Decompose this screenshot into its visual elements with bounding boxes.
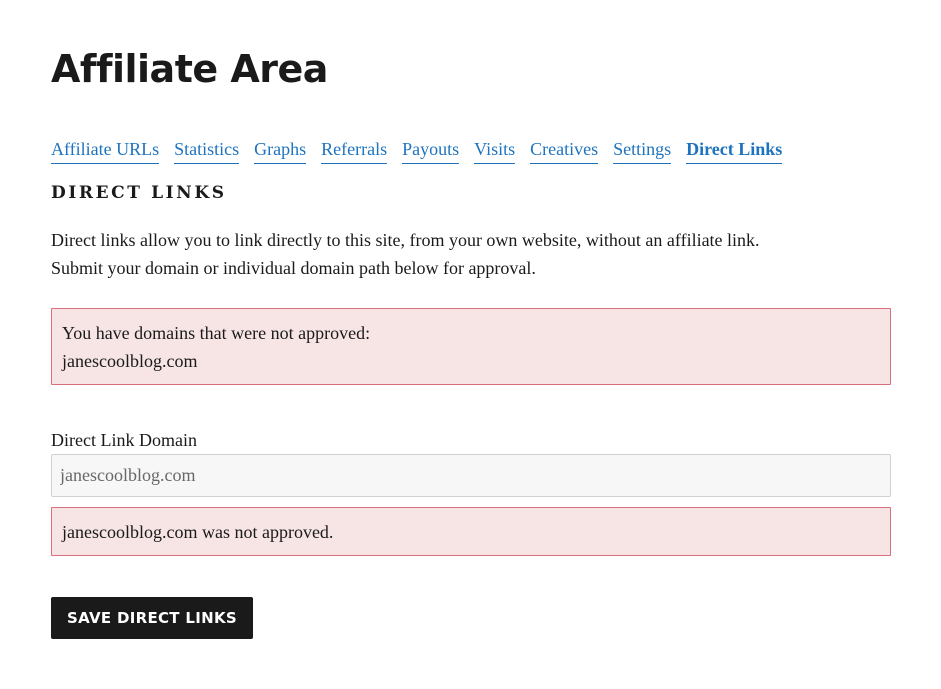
- affiliate-tabs: Affiliate URLs Statistics Graphs Referra…: [51, 138, 783, 164]
- tab-referrals[interactable]: Referrals: [321, 138, 388, 164]
- direct-link-domain-input[interactable]: [51, 454, 891, 497]
- intro-line-1: Direct links allow you to link directly …: [51, 230, 760, 250]
- notice-domain: janescoolblog.com: [62, 351, 198, 371]
- domain-error-notice: janescoolblog.com was not approved.: [51, 507, 891, 556]
- tab-creatives[interactable]: Creatives: [530, 138, 599, 164]
- domain-error-message: janescoolblog.com was not approved.: [62, 522, 334, 542]
- tab-settings[interactable]: Settings: [613, 138, 672, 164]
- tab-visits[interactable]: Visits: [474, 138, 516, 164]
- tab-affiliate-urls[interactable]: Affiliate URLs: [51, 138, 160, 164]
- page-title: Affiliate Area: [51, 47, 328, 91]
- tab-graphs[interactable]: Graphs: [254, 138, 307, 164]
- intro-line-2: Submit your domain or individual domain …: [51, 258, 536, 278]
- tab-direct-links[interactable]: Direct Links: [686, 138, 783, 164]
- tab-statistics[interactable]: Statistics: [174, 138, 240, 164]
- save-direct-links-button[interactable]: SAVE DIRECT LINKS: [51, 597, 253, 639]
- section-title: DIRECT LINKS: [51, 183, 227, 203]
- unapproved-domains-notice: You have domains that were not approved:…: [51, 308, 891, 385]
- direct-link-domain-label: Direct Link Domain: [51, 430, 197, 450]
- tab-payouts[interactable]: Payouts: [402, 138, 460, 164]
- notice-message: You have domains that were not approved:: [62, 323, 371, 343]
- intro-text: Direct links allow you to link directly …: [51, 226, 891, 282]
